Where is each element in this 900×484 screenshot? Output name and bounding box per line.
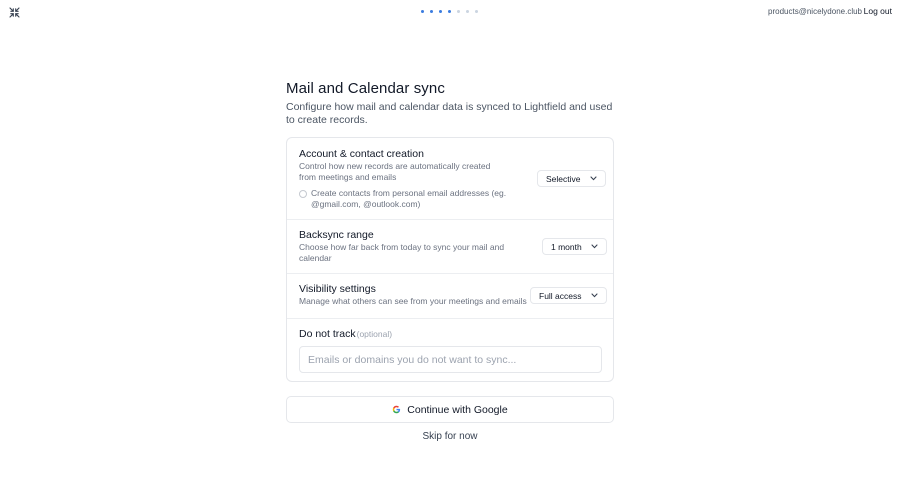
backsync-section: Backsync range Choose how far back from … [287,220,613,274]
do-not-track-title-text: Do not track [299,328,356,340]
account-contact-title: Account & contact creation [299,148,424,160]
chevron-down-icon [591,244,598,249]
progress-step-dot [430,10,433,13]
progress-step-dot [466,10,469,13]
backsync-description: Choose how far back from today to sync y… [299,242,505,263]
progress-step-dot [439,10,442,13]
account-contact-select-value: Selective [546,173,581,184]
personal-email-checkbox-label: Create contacts from personal email addr… [311,188,507,209]
settings-card: Account & contact creation Control how n… [286,137,614,382]
visibility-description: Manage what others can see from your mee… [299,296,527,306]
backsync-select[interactable]: 1 month [542,238,607,255]
backsync-title: Backsync range [299,229,374,241]
progress-step-dot [475,10,478,13]
personal-email-checkbox[interactable] [299,190,307,198]
backsync-select-value: 1 month [551,241,582,252]
top-bar: products@nicelydone.club Log out [0,0,900,24]
visibility-select[interactable]: Full access [530,287,607,304]
progress-steps [421,10,478,13]
skip-for-now-link[interactable]: Skip for now [0,431,900,442]
collapse-icon[interactable] [9,7,20,18]
progress-step-dot [421,10,424,13]
continue-with-google-label: Continue with Google [407,403,508,416]
do-not-track-input[interactable] [299,346,602,373]
visibility-select-value: Full access [539,290,582,301]
visibility-title: Visibility settings [299,283,376,295]
progress-step-dot [457,10,460,13]
page-subtitle: Configure how mail and calendar data is … [286,101,613,126]
logout-button[interactable]: Log out [864,6,892,16]
account-contact-description: Control how new records are automaticall… [299,161,491,182]
skip-for-now-label: Skip for now [422,431,478,442]
progress-step-dot [448,10,451,13]
chevron-down-icon [589,176,597,181]
continue-with-google-button[interactable]: Continue with Google [286,396,614,423]
google-icon [393,405,401,414]
page-title: Mail and Calendar sync [286,80,445,97]
account-email: products@nicelydone.club [768,7,862,16]
visibility-section: Visibility settings Manage what others c… [287,274,613,319]
optional-label: (optional) [356,329,393,339]
do-not-track-title: Do not track(optional) [299,328,392,340]
account-contact-section: Account & contact creation Control how n… [287,138,613,220]
chevron-down-icon [590,293,598,298]
account-contact-select[interactable]: Selective [537,170,606,187]
